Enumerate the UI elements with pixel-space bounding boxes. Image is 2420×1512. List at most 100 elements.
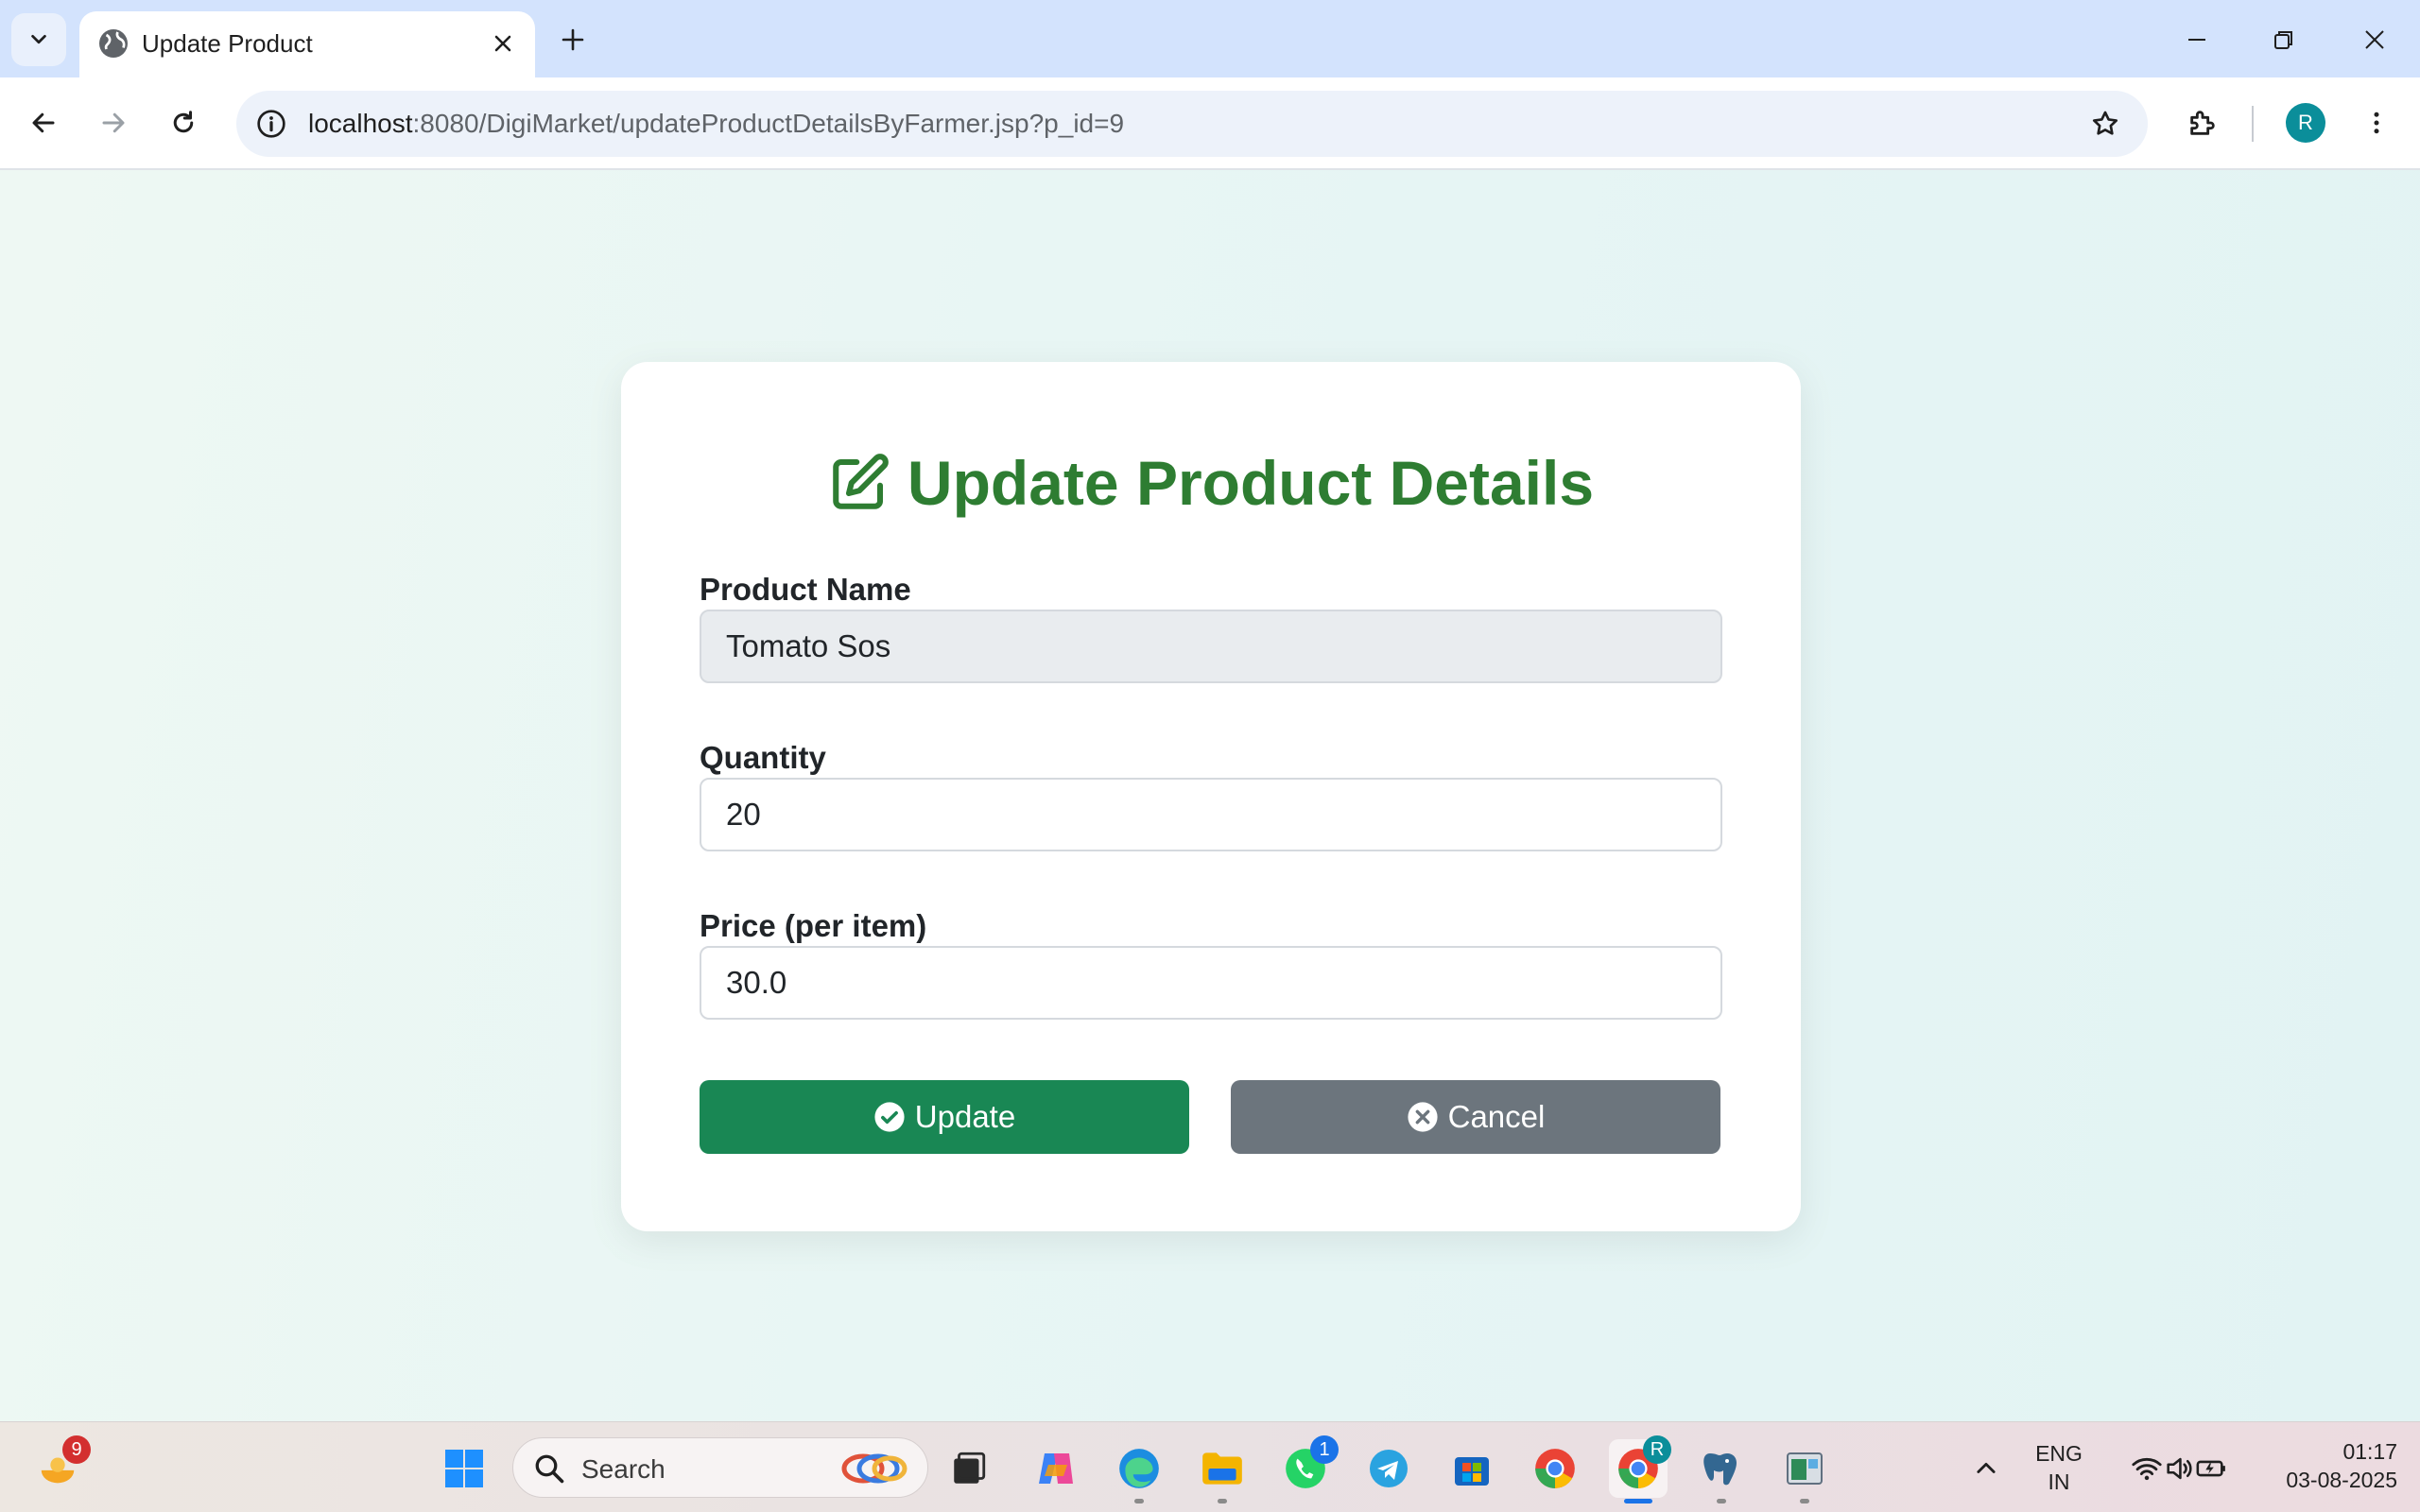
- clock[interactable]: 01:17 03-08-2025: [2246, 1437, 2397, 1494]
- tab-title: Update Product: [142, 29, 313, 58]
- language-code: ENG: [2035, 1441, 2083, 1466]
- chevron-up-icon: [1977, 1462, 1996, 1473]
- product-name-field[interactable]: [700, 610, 1722, 683]
- search-placeholder: Search: [581, 1454, 666, 1484]
- more-vertical-icon: [2374, 112, 2379, 134]
- copilot-button[interactable]: [1027, 1439, 1085, 1498]
- quick-settings-button[interactable]: [2110, 1439, 2248, 1498]
- tab-close-button[interactable]: [482, 23, 524, 64]
- url-host: localhost: [308, 109, 413, 138]
- active-tab[interactable]: Update Product: [79, 11, 535, 79]
- price-label: Price (per item): [700, 908, 927, 943]
- page-body: Update Product Details Product Name Quan…: [0, 170, 2420, 1421]
- wifi-icon: [2132, 1457, 2162, 1481]
- whatsapp-badge: 1: [1310, 1435, 1339, 1464]
- search-icon: [535, 1454, 564, 1484]
- arrow-left-icon: [32, 112, 55, 133]
- search-highlight-icon: [841, 1453, 908, 1484]
- restore-icon: [2274, 31, 2292, 49]
- close-icon: [494, 35, 511, 52]
- start-button[interactable]: [435, 1439, 493, 1498]
- chrome-profile-badge: R: [1643, 1435, 1671, 1464]
- telegram-icon: [1370, 1450, 1408, 1487]
- region-code: IN: [2048, 1469, 2070, 1494]
- product-name-label: Product Name: [700, 572, 911, 607]
- reload-icon: [173, 111, 194, 133]
- forward-button[interactable]: [89, 98, 138, 147]
- quantity-field[interactable]: [700, 778, 1722, 851]
- show-hidden-icons-button[interactable]: [1957, 1439, 2015, 1498]
- running-indicator: [1717, 1499, 1726, 1503]
- profile-avatar[interactable]: R: [2286, 103, 2325, 143]
- battery-icon: [2196, 1460, 2225, 1477]
- chrome-button[interactable]: [1526, 1439, 1584, 1498]
- page-title: Update Product Details: [621, 447, 1801, 519]
- elephant-icon: [1703, 1453, 1737, 1486]
- info-icon: [257, 110, 285, 138]
- task-view-button[interactable]: [940, 1439, 998, 1498]
- folder-icon: [1202, 1452, 1242, 1485]
- copilot-icon: [1039, 1453, 1073, 1484]
- running-indicator: [1218, 1499, 1227, 1503]
- store-icon: [1455, 1457, 1489, 1486]
- running-indicator: [1800, 1499, 1809, 1503]
- update-button[interactable]: Update: [700, 1080, 1189, 1154]
- quantity-label: Quantity: [700, 740, 826, 775]
- url-path: :8080/DigiMarket/updateProductDetailsByF…: [412, 109, 1125, 138]
- whatsapp-button[interactable]: 1: [1276, 1435, 1339, 1498]
- taskbar: 9 Search 1 R ENG IN 01:17 03-08-2025: [0, 1421, 2420, 1512]
- back-button[interactable]: [19, 98, 68, 147]
- clock-date: 03-08-2025: [2286, 1468, 2397, 1492]
- edge-browser-icon: [1119, 1449, 1159, 1488]
- reload-button[interactable]: [159, 98, 208, 147]
- plus-icon: [562, 28, 584, 51]
- site-info-button[interactable]: [253, 106, 289, 142]
- weather-widget[interactable]: 9: [28, 1435, 91, 1498]
- weather-badge: 9: [62, 1435, 91, 1464]
- taskbar-search[interactable]: Search: [512, 1437, 928, 1498]
- toolbar-divider: [2252, 106, 2254, 142]
- running-indicator: [1134, 1499, 1144, 1503]
- bookmark-button[interactable]: [2083, 102, 2127, 146]
- minimize-icon: [2188, 39, 2205, 41]
- microsoft-store-button[interactable]: [1443, 1439, 1501, 1498]
- language-indicator[interactable]: ENG IN: [2021, 1439, 2097, 1496]
- star-icon: [2092, 111, 2118, 135]
- cancel-button-label: Cancel: [1447, 1099, 1546, 1134]
- new-tab-button[interactable]: [550, 17, 596, 62]
- restore-button[interactable]: [2256, 11, 2312, 68]
- arrow-right-icon: [102, 112, 125, 133]
- minimize-button[interactable]: [2169, 11, 2225, 68]
- postgresql-button[interactable]: [1692, 1439, 1751, 1503]
- puzzle-icon: [2190, 111, 2215, 135]
- clock-time: 01:17: [2342, 1439, 2397, 1464]
- update-button-label: Update: [914, 1099, 1016, 1134]
- url-text[interactable]: localhost:8080/DigiMarket/updateProductD…: [308, 109, 1124, 139]
- page-title-text: Update Product Details: [907, 448, 1595, 518]
- browser-toolbar: localhost:8080/DigiMarket/updateProductD…: [0, 77, 2420, 170]
- cancel-button[interactable]: Cancel: [1231, 1080, 1720, 1154]
- active-indicator: [1624, 1499, 1652, 1503]
- check-circle-icon: [874, 1102, 905, 1132]
- update-product-card: Update Product Details Product Name Quan…: [621, 362, 1801, 1231]
- chevron-down-icon: [31, 34, 46, 44]
- chrome-icon: [1535, 1449, 1575, 1488]
- file-explorer-button[interactable]: [1193, 1439, 1252, 1503]
- x-circle-icon: [1408, 1102, 1438, 1132]
- globe-icon: [99, 29, 128, 58]
- app-window-button[interactable]: [1775, 1439, 1834, 1503]
- extensions-button[interactable]: [2178, 98, 2227, 147]
- address-bar[interactable]: localhost:8080/DigiMarket/updateProductD…: [236, 91, 2148, 157]
- browser-tab-strip: Update Product: [0, 0, 2420, 79]
- windows-logo-icon: [445, 1450, 483, 1487]
- close-icon: [2365, 30, 2384, 49]
- task-view-icon: [954, 1452, 986, 1484]
- volume-icon: [2167, 1457, 2192, 1480]
- telegram-button[interactable]: [1359, 1439, 1418, 1498]
- edge-button[interactable]: [1110, 1439, 1168, 1503]
- tab-search-button[interactable]: [11, 13, 66, 66]
- chrome-profile-button[interactable]: R: [1609, 1435, 1671, 1503]
- close-window-button[interactable]: [2346, 11, 2403, 68]
- price-field[interactable]: [700, 946, 1722, 1020]
- menu-button[interactable]: [2352, 98, 2401, 147]
